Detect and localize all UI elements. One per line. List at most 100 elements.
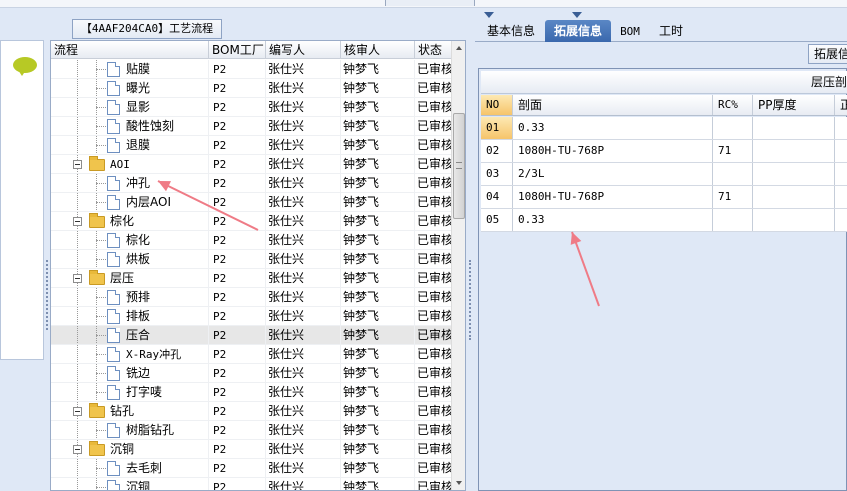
collapse-toggle-icon[interactable] — [73, 217, 82, 226]
column-header-flow[interactable]: 流程 — [51, 41, 209, 58]
tree-node-cell[interactable]: 棕化 — [51, 231, 209, 249]
tree-row[interactable]: 去毛刺 P2 张仕兴 钟梦飞 已审核 — [51, 459, 451, 478]
tree-node-cell[interactable]: 去毛刺 — [51, 459, 209, 477]
tab-bom[interactable]: BOM — [615, 20, 645, 42]
tree-row[interactable]: 退膜 P2 张仕兴 钟梦飞 已审核 — [51, 136, 451, 155]
tree-node-cell[interactable]: 冲孔 — [51, 174, 209, 192]
grid-row[interactable]: 03 2/3L — [481, 163, 847, 186]
section-cell[interactable]: 0.33 — [513, 117, 713, 139]
tree-node-cell[interactable]: 棕化 — [51, 212, 209, 230]
tree-node-cell[interactable]: 贴膜 — [51, 60, 209, 78]
tree-node-cell[interactable]: 树脂钻孔 — [51, 421, 209, 439]
column-header-section[interactable]: 剖面 — [513, 95, 713, 115]
collapse-triangle-icon[interactable] — [484, 12, 494, 18]
tree-node-cell[interactable]: AOI — [51, 155, 209, 173]
column-header-reviewer[interactable]: 核审人 — [341, 41, 415, 58]
tree-row[interactable]: 棕化 P2 张仕兴 钟梦飞 已审核 — [51, 231, 451, 250]
rc-cell[interactable] — [713, 117, 753, 139]
collapse-toggle-icon[interactable] — [73, 407, 82, 416]
tree-row[interactable]: 冲孔 P2 张仕兴 钟梦飞 已审核 — [51, 174, 451, 193]
tab-extended-info[interactable]: 拓展信息 — [545, 20, 611, 42]
grid-row[interactable]: 02 1080H-TU-768P 71 — [481, 140, 847, 163]
tree-node-cell[interactable]: 沉铜 — [51, 478, 209, 490]
tree-node-cell[interactable]: 预排 — [51, 288, 209, 306]
row-number-cell[interactable]: 05 — [481, 209, 513, 231]
tree-node-cell[interactable]: 排板 — [51, 307, 209, 325]
rc-cell[interactable]: 71 — [713, 140, 753, 162]
pp-thickness-cell[interactable] — [753, 140, 835, 162]
rc-cell[interactable] — [713, 209, 753, 231]
tree-row[interactable]: 曝光 P2 张仕兴 钟梦飞 已审核 — [51, 79, 451, 98]
tree-node-cell[interactable]: 打字唛 — [51, 383, 209, 401]
column-header-writer[interactable]: 编写人 — [266, 41, 341, 58]
tree-node-cell[interactable]: 酸性蚀刻 — [51, 117, 209, 135]
row-number-cell[interactable]: 02 — [481, 140, 513, 162]
column-header-rc[interactable]: RC% — [713, 95, 753, 115]
tree-node-cell[interactable]: 烘板 — [51, 250, 209, 268]
tree-node-cell[interactable]: X-Ray冲孔 — [51, 345, 209, 363]
scroll-down-arrow-icon[interactable] — [452, 475, 465, 490]
tree-row[interactable]: 层压 P2 张仕兴 钟梦飞 已审核 — [51, 269, 451, 288]
extended-info-button[interactable]: 拓展信息 — [808, 44, 847, 64]
tree-row[interactable]: 显影 P2 张仕兴 钟梦飞 已审核 — [51, 98, 451, 117]
tree-node-cell[interactable]: 压合 — [51, 326, 209, 344]
grid-row[interactable]: 05 0.33 — [481, 209, 847, 232]
tree-row[interactable]: 打字唛 P2 张仕兴 钟梦飞 已审核 — [51, 383, 451, 402]
tree-row[interactable]: 钻孔 P2 张仕兴 钟梦飞 已审核 — [51, 402, 451, 421]
tree-row[interactable]: 沉铜 P2 张仕兴 钟梦飞 已审核 — [51, 440, 451, 459]
column-header-truncated[interactable]: 正 — [835, 95, 847, 115]
truncated-cell[interactable] — [835, 163, 847, 185]
tree-row[interactable]: 棕化 P2 张仕兴 钟梦飞 已审核 — [51, 212, 451, 231]
tab-basic-info[interactable]: 基本信息 — [479, 20, 543, 42]
pp-thickness-cell[interactable] — [753, 117, 835, 139]
truncated-cell[interactable] — [835, 209, 847, 231]
section-cell[interactable]: 2/3L — [513, 163, 713, 185]
tab-work-hours[interactable]: 工时 — [653, 20, 689, 42]
middle-splitter[interactable] — [466, 20, 475, 491]
tree-row[interactable]: 压合 P2 张仕兴 钟梦飞 已审核 — [51, 326, 451, 345]
section-cell[interactable]: 1080H-TU-768P — [513, 186, 713, 208]
top-splitter-grip[interactable] — [385, 0, 475, 6]
tree-node-cell[interactable]: 曝光 — [51, 79, 209, 97]
tree-row[interactable]: 烘板 P2 张仕兴 钟梦飞 已审核 — [51, 250, 451, 269]
tree-node-cell[interactable]: 内层AOI — [51, 193, 209, 211]
row-number-cell[interactable]: 03 — [481, 163, 513, 185]
column-header-no[interactable]: NO — [481, 95, 513, 115]
collapse-toggle-icon[interactable] — [73, 445, 82, 454]
pp-thickness-cell[interactable] — [753, 163, 835, 185]
tree-vertical-scrollbar[interactable] — [451, 41, 465, 490]
section-cell[interactable]: 1080H-TU-768P — [513, 140, 713, 162]
collapse-toggle-icon[interactable] — [73, 274, 82, 283]
tree-row[interactable]: 铣边 P2 张仕兴 钟梦飞 已审核 — [51, 364, 451, 383]
tree-row[interactable]: 预排 P2 张仕兴 钟梦飞 已审核 — [51, 288, 451, 307]
tree-row[interactable]: 沉铜 P2 张仕兴 钟梦飞 已审核 — [51, 478, 451, 490]
scroll-up-arrow-icon[interactable] — [452, 41, 465, 56]
tree-node-cell[interactable]: 显影 — [51, 98, 209, 116]
row-number-cell[interactable]: 01 — [481, 117, 513, 139]
tree-node-cell[interactable]: 沉铜 — [51, 440, 209, 458]
chat-bubble-icon[interactable] — [13, 57, 37, 76]
tree-row[interactable]: 树脂钻孔 P2 张仕兴 钟梦飞 已审核 — [51, 421, 451, 440]
column-header-status[interactable]: 状态 — [415, 41, 451, 58]
collapse-toggle-icon[interactable] — [73, 160, 82, 169]
rc-cell[interactable]: 71 — [713, 186, 753, 208]
collapse-triangle-icon[interactable] — [572, 12, 582, 18]
truncated-cell[interactable] — [835, 186, 847, 208]
scroll-thumb[interactable] — [453, 113, 465, 219]
grid-row[interactable]: 01 0.33 — [481, 117, 847, 140]
pp-thickness-cell[interactable] — [753, 186, 835, 208]
tree-node-cell[interactable]: 层压 — [51, 269, 209, 287]
column-header-bom-factory[interactable]: BOM工厂 — [209, 41, 266, 58]
tree-node-cell[interactable]: 钻孔 — [51, 402, 209, 420]
rc-cell[interactable] — [713, 163, 753, 185]
pp-thickness-cell[interactable] — [753, 209, 835, 231]
column-header-pp-thickness[interactable]: PP厚度 — [753, 95, 835, 115]
tree-row[interactable]: 内层AOI P2 张仕兴 钟梦飞 已审核 — [51, 193, 451, 212]
tree-row[interactable]: 酸性蚀刻 P2 张仕兴 钟梦飞 已审核 — [51, 117, 451, 136]
tree-node-cell[interactable]: 铣边 — [51, 364, 209, 382]
tree-row[interactable]: 贴膜 P2 张仕兴 钟梦飞 已审核 — [51, 60, 451, 79]
truncated-cell[interactable] — [835, 117, 847, 139]
truncated-cell[interactable] — [835, 140, 847, 162]
grid-row[interactable]: 04 1080H-TU-768P 71 — [481, 186, 847, 209]
tree-row[interactable]: AOI P2 张仕兴 钟梦飞 已审核 — [51, 155, 451, 174]
